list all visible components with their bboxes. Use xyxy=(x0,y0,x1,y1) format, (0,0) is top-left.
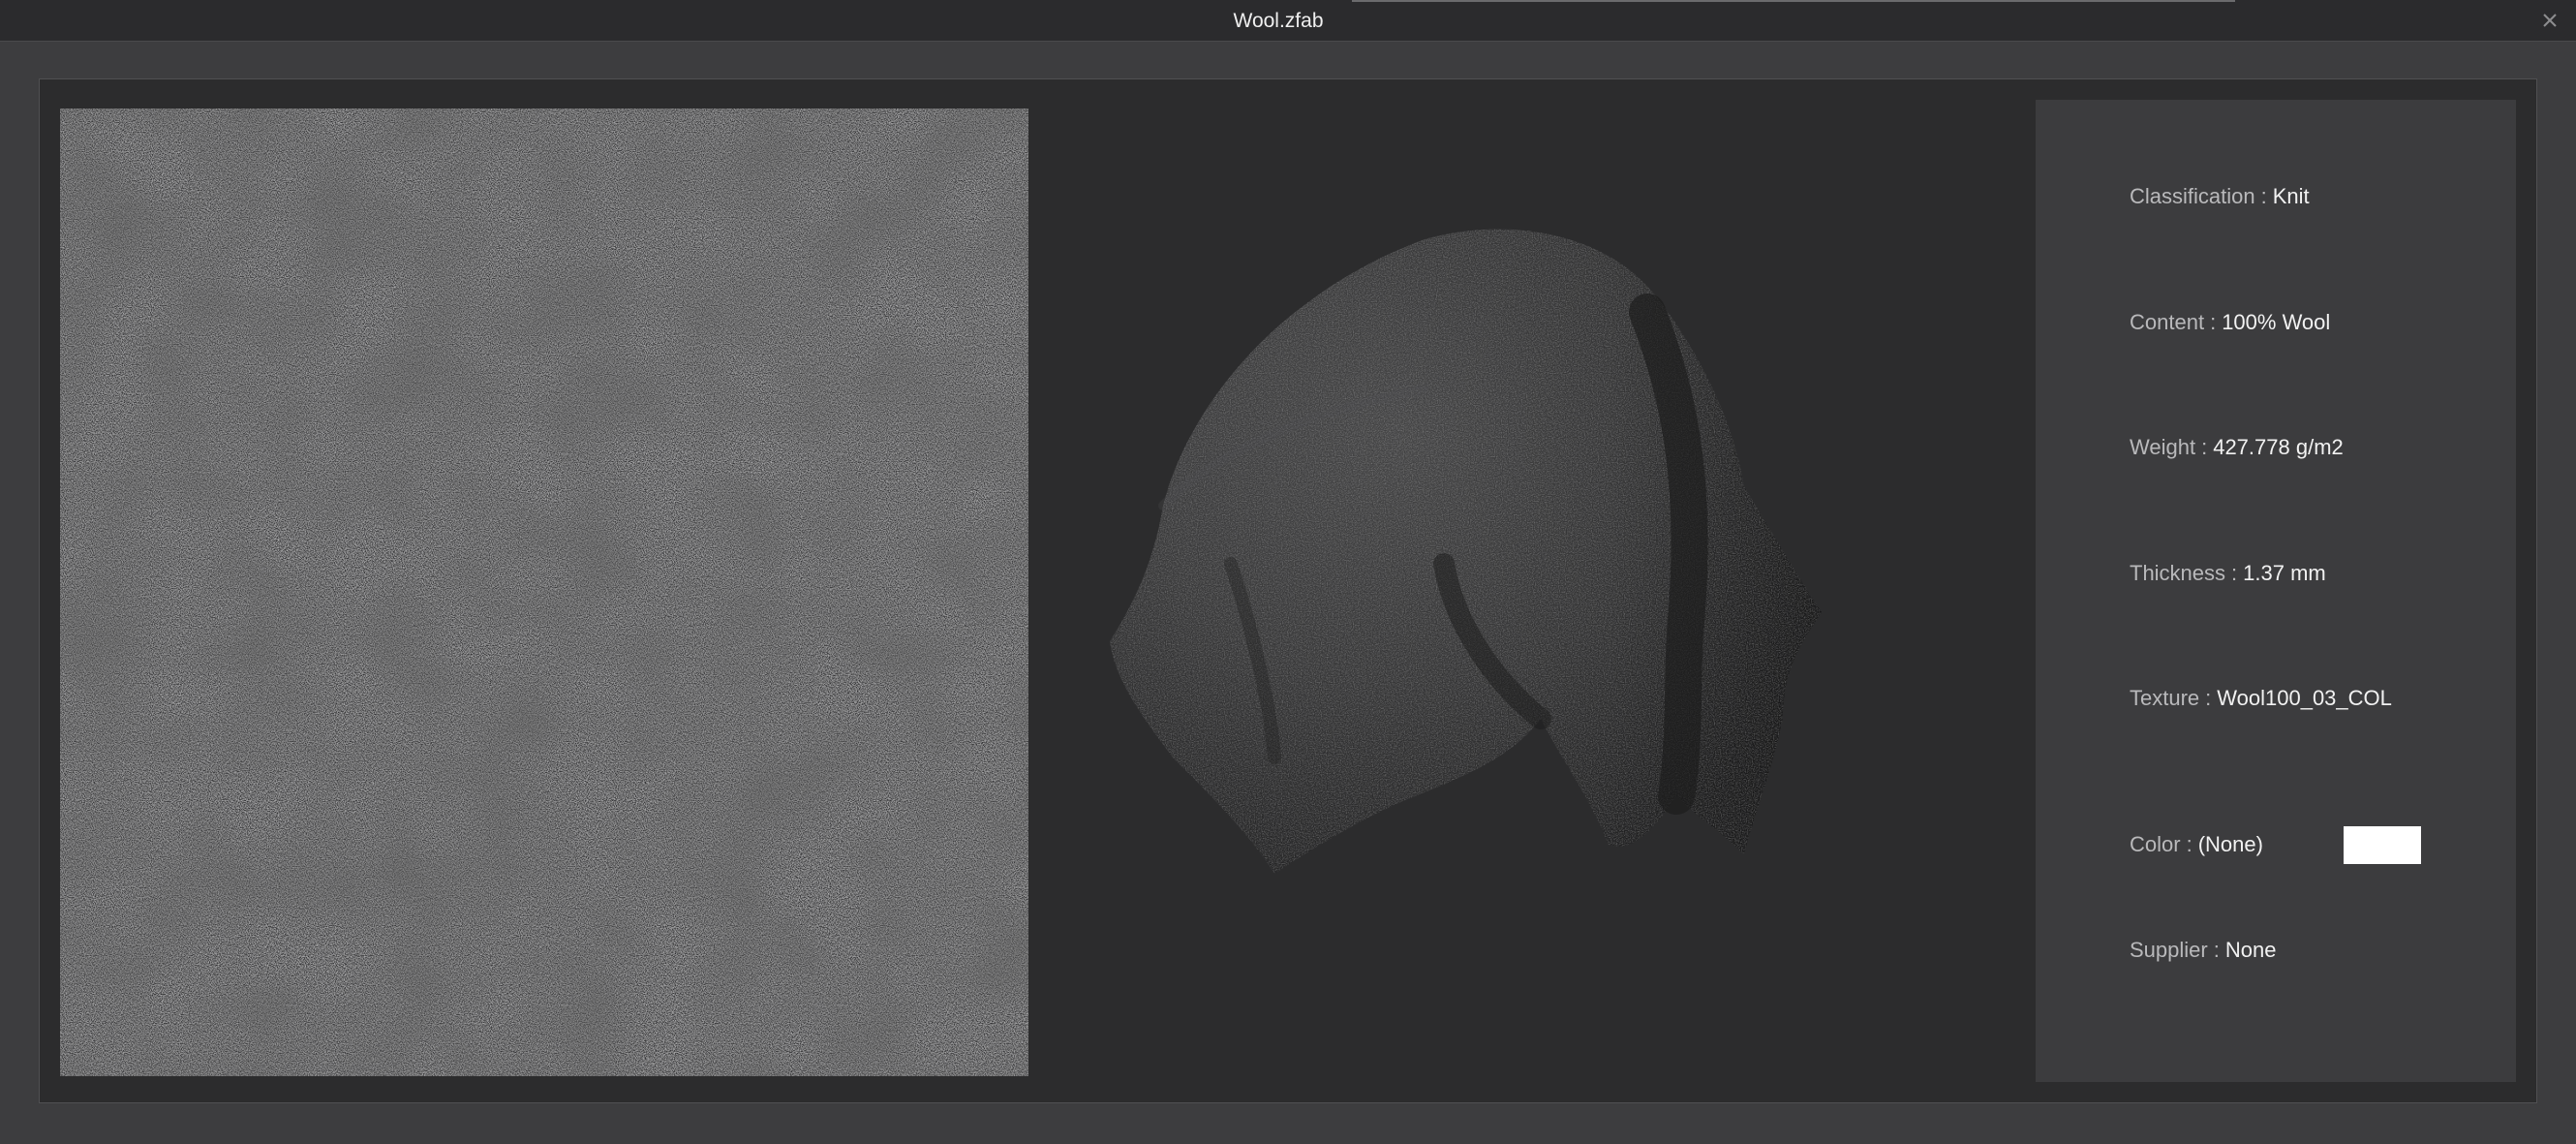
fabric-info-panel: Classification: Knit Content:100% Wool We… xyxy=(39,78,2537,1103)
properties-panel: Classification: Knit Content:100% Wool We… xyxy=(2036,100,2516,1082)
property-separator: : xyxy=(2201,435,2208,459)
property-content: Content:100% Wool xyxy=(2130,303,2330,342)
property-value: None xyxy=(2224,938,2277,962)
property-value: 427.778 g/m2 xyxy=(2213,435,2344,459)
property-separator: : xyxy=(2213,938,2220,962)
property-separator: : xyxy=(2186,832,2193,856)
property-value: (None) xyxy=(2197,832,2263,856)
title-bar: Wool.zfab xyxy=(0,0,2576,42)
fabric-texture-swatch xyxy=(60,108,1028,1076)
property-label: Supplier xyxy=(2130,938,2208,962)
property-thickness: Thickness:1.37 mm xyxy=(2130,554,2326,593)
property-label: Texture xyxy=(2130,686,2200,710)
property-separator: : xyxy=(2231,561,2238,585)
property-value: 1.37 mm xyxy=(2243,561,2326,585)
property-weight: Weight:427.778 g/m2 xyxy=(2130,428,2344,467)
property-classification: Classification: Knit xyxy=(2130,177,2310,216)
property-separator: : xyxy=(2260,184,2267,208)
property-supplier: Supplier: None xyxy=(2130,931,2276,970)
color-chip[interactable] xyxy=(2344,826,2421,864)
property-label: Content xyxy=(2130,310,2205,334)
property-separator: : xyxy=(2210,310,2217,334)
property-label: Classification xyxy=(2130,184,2255,208)
close-icon[interactable] xyxy=(2537,8,2562,33)
window-title: Wool.zfab xyxy=(1233,10,1324,32)
property-color: Color: (None) xyxy=(2130,825,2263,864)
property-separator: : xyxy=(2205,686,2212,710)
property-value: 100% Wool xyxy=(2222,310,2331,334)
property-label: Weight xyxy=(2130,435,2196,459)
property-value: Knit xyxy=(2272,184,2310,208)
property-label: Thickness xyxy=(2130,561,2226,585)
property-label: Color xyxy=(2130,832,2181,856)
property-value: Wool100_03_COL xyxy=(2217,686,2392,710)
draped-cloth-preview[interactable] xyxy=(1105,215,1928,1038)
property-texture: Texture: Wool100_03_COL xyxy=(2130,679,2392,718)
